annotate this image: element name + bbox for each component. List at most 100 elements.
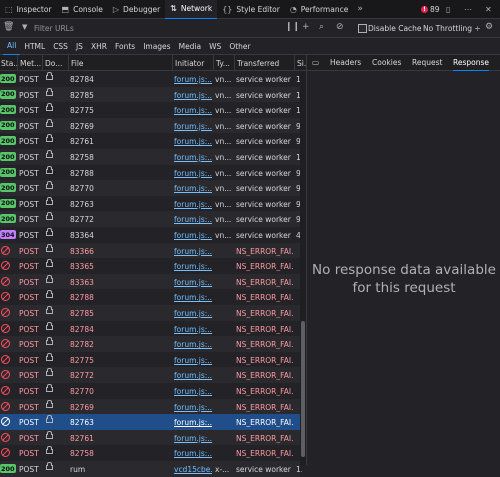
scrollbar-thumb[interactable]: [301, 321, 305, 457]
type-filter-media[interactable]: Media: [175, 38, 206, 54]
type-filter-xhr[interactable]: XHR: [87, 38, 111, 54]
column-header[interactable]: Ty...: [216, 59, 236, 68]
table-row[interactable]: 200 POST 82772 forum.js:... vn... service wor…: [0, 211, 302, 227]
tab-cookies[interactable]: Cookies: [372, 55, 401, 70]
add-request-plus-icon[interactable]: +: [302, 22, 310, 32]
initiator-link[interactable]: forum.js:...: [174, 262, 212, 271]
tab-network[interactable]: ⇅ Network: [165, 0, 218, 19]
table-row[interactable]: POST 83363 forum.js:... NS_ERROR_FAI...: [0, 273, 300, 290]
initiator-link[interactable]: forum.js:...: [174, 200, 212, 209]
type-filter-html[interactable]: HTML: [20, 38, 49, 54]
tab-request[interactable]: Request: [412, 55, 442, 70]
tab-console[interactable]: ⬒ Console: [57, 0, 108, 18]
table-row[interactable]: 200 POST 82770 forum.js:... vn... service wor…: [0, 180, 302, 196]
initiator-link[interactable]: forum.js:...: [174, 356, 212, 365]
table-row[interactable]: POST 82769 forum.js:... NS_ERROR_FAI...: [0, 398, 300, 415]
initiator-link[interactable]: forum.js:...: [174, 184, 212, 193]
table-row[interactable]: POST 82770 forum.js:... NS_ERROR_FAI...: [0, 383, 300, 399]
type-filter-js[interactable]: JS: [72, 38, 87, 54]
table-row[interactable]: 200 POST 82785 forum.js:... vn... service wor…: [0, 86, 302, 103]
secure-lock-icon: [46, 384, 53, 392]
initiator-link[interactable]: forum.js:...: [174, 106, 212, 115]
initiator-link[interactable]: forum.js:...: [174, 371, 212, 380]
type-filter-css[interactable]: CSS: [49, 38, 72, 54]
table-row[interactable]: POST 83366 forum.js:... NS_ERROR_FAI...: [0, 242, 300, 259]
settings-gear-icon[interactable]: ⚙: [485, 22, 493, 32]
tab-headers[interactable]: Headers: [330, 55, 361, 70]
initiator-link[interactable]: forum.js:...: [174, 418, 212, 427]
initiator-link[interactable]: forum.js:...: [174, 122, 212, 131]
initiator-link[interactable]: forum.js:...: [174, 325, 212, 334]
table-row[interactable]: 200 POST 82775 forum.js:... vn... service wor…: [0, 102, 302, 118]
disable-cache-checkbox[interactable]: [358, 24, 367, 33]
type-filter-all[interactable]: All: [3, 38, 21, 55]
initiator-link[interactable]: forum.js:...: [174, 169, 212, 178]
tab-inspector[interactable]: ⬚ Inspector: [0, 0, 57, 18]
secure-lock-icon: [46, 72, 53, 80]
table-row[interactable]: 200 POST 82788 forum.js:... vn... service wor…: [0, 164, 302, 181]
table-row[interactable]: 200 POST 82758 forum.js:... vn... service wor…: [0, 149, 302, 165]
initiator-link[interactable]: forum.js:...: [174, 91, 212, 100]
initiator-link[interactable]: forum.js:...: [174, 231, 212, 240]
table-row[interactable]: POST 82761 forum.js:... NS_ERROR_FAI...: [0, 429, 300, 446]
table-row[interactable]: POST 82763 forum.js:... NS_ERROR_FAI...: [0, 414, 300, 430]
initiator-link[interactable]: forum.js:...: [174, 153, 212, 162]
column-header[interactable]: Do...: [45, 59, 70, 68]
table-row[interactable]: 200POST rum vcd15cbe...x-... service worker…: [0, 461, 302, 477]
initiator-link[interactable]: forum.js:...: [174, 247, 212, 256]
secure-lock-icon: [46, 321, 53, 330]
table-row[interactable]: POST 82784 forum.js:... NS_ERROR_FAI...: [0, 320, 300, 337]
table-row[interactable]: POST 82782 forum.js:... NS_ERROR_FAI...: [0, 336, 300, 352]
initiator-link[interactable]: forum.js:...: [174, 278, 212, 287]
initiator-link[interactable]: forum.js:...: [174, 309, 212, 318]
table-row[interactable]: POST 82785 forum.js:... NS_ERROR_FAI...: [0, 305, 300, 321]
block-requests-icon[interactable]: ⊘: [336, 22, 344, 32]
table-row[interactable]: 200 POST 82763 forum.js:... vn... service wor…: [0, 195, 302, 212]
table-row[interactable]: POST 82788 forum.js:... NS_ERROR_FAI...: [0, 289, 300, 305]
table-row[interactable]: POST 82772 forum.js:... NS_ERROR_FAI...: [0, 367, 300, 383]
table-row[interactable]: 200 POST 82784 forum.js:... vn... service wor…: [0, 71, 302, 87]
options-menu-icon[interactable]: ⋯: [464, 0, 472, 18]
table-row[interactable]: 200 POST 82761 forum.js:... vn... service wor…: [0, 133, 302, 149]
initiator-link[interactable]: forum.js:...: [174, 215, 212, 224]
tab-performance[interactable]: ◔ Performance: [285, 0, 354, 18]
table-row[interactable]: 304 POST 83364 forum.js:... vn... service wor…: [0, 227, 302, 243]
initiator-link[interactable]: forum.js:...: [174, 137, 212, 146]
column-header[interactable]: Initiator: [175, 59, 215, 68]
initiator-link[interactable]: forum.js:...: [174, 387, 212, 396]
type-filter-fonts[interactable]: Fonts: [111, 38, 139, 54]
initiator-link[interactable]: forum.js:...: [174, 75, 212, 84]
table-row[interactable]: 200 POST 82769 forum.js:... vn... service wor…: [0, 117, 302, 134]
initiator-link[interactable]: forum.js:...: [174, 340, 212, 349]
throttling-select[interactable]: No Throttling ÷: [423, 24, 481, 33]
toggle-sidebar-icon[interactable]: ▭: [312, 55, 319, 70]
column-header[interactable]: Transferred: [237, 59, 295, 68]
initiator-link[interactable]: vcd15cbe...: [174, 465, 212, 474]
error-count-indicator[interactable]: ! 89: [421, 0, 440, 18]
initiator-link[interactable]: forum.js:...: [174, 293, 212, 302]
table-row[interactable]: POST 83365 forum.js:... NS_ERROR_FAI...: [0, 258, 300, 274]
type-cell: vn...: [215, 121, 232, 131]
search-icon[interactable]: ⌕: [319, 22, 324, 32]
type-filter-other[interactable]: Other: [225, 38, 254, 54]
more-tools-chevron-icon[interactable]: »: [353, 4, 367, 14]
close-devtools-icon[interactable]: ✕: [485, 0, 492, 18]
type-filter-ws[interactable]: WS: [205, 38, 225, 54]
filter-urls-input[interactable]: Filter URLs: [34, 24, 74, 33]
method-cell: POST: [19, 199, 39, 209]
blocked-request-icon: [1, 323, 10, 333]
tab-response[interactable]: Response: [453, 55, 490, 71]
initiator-link[interactable]: forum.js:...: [174, 449, 212, 458]
clear-trash-icon[interactable]: 🗑: [3, 22, 14, 32]
initiator-link[interactable]: forum.js:...: [174, 434, 212, 443]
initiator-link[interactable]: forum.js:...: [174, 403, 212, 412]
table-row[interactable]: POST 82775 forum.js:... NS_ERROR_FAI...: [0, 351, 300, 368]
column-header[interactable]: File: [71, 59, 171, 68]
responsive-design-icon[interactable]: ▯: [446, 0, 450, 18]
pause-recording-icon[interactable]: ❙❙: [285, 22, 300, 32]
column-header[interactable]: Met...: [20, 59, 44, 68]
type-filter-images[interactable]: Images: [139, 38, 174, 54]
tab-debugger[interactable]: ▷ Debugger: [108, 0, 165, 18]
tab-style-editor[interactable]: {} Style Editor: [217, 0, 285, 18]
table-row[interactable]: POST 82758 forum.js:... NS_ERROR_FAI...: [0, 445, 300, 461]
